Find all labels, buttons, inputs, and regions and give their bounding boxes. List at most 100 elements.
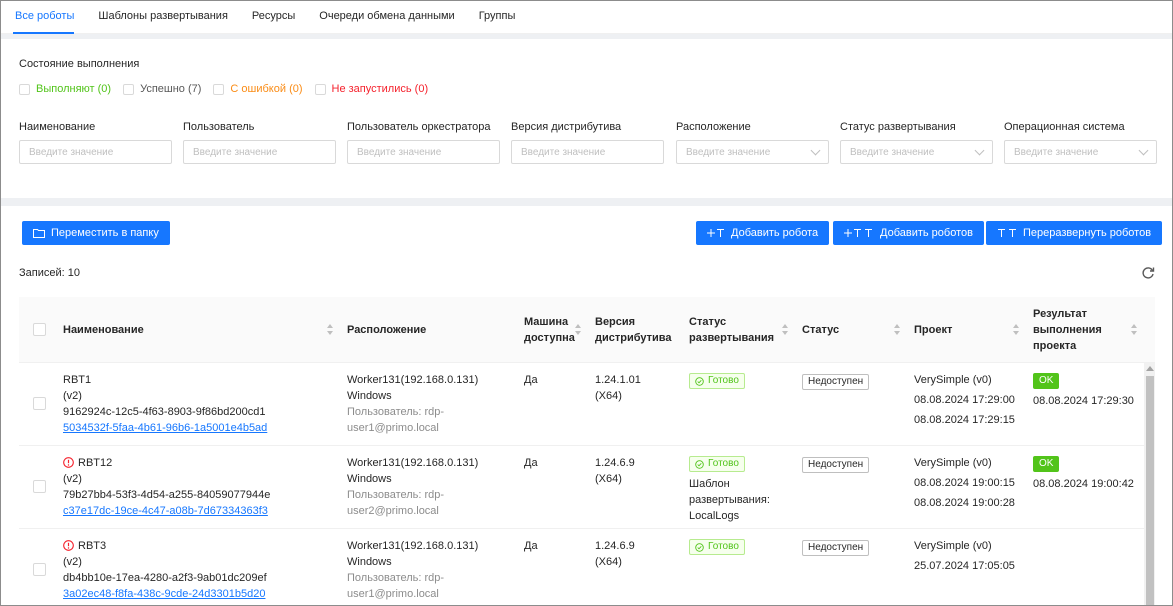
checkbox-box[interactable] — [123, 83, 135, 95]
orchestrator-user-filter-input[interactable]: Введите значение — [347, 140, 500, 164]
col-name-header[interactable]: Наименование — [63, 297, 144, 363]
state-error-label: С ошибкой (0) — [230, 83, 303, 95]
robot-guid: db4bb10e-17ea-4280-a2f3-9ab01dc209ef — [63, 572, 267, 584]
location-user-domain: user1@primo.local — [347, 422, 439, 434]
row-checkbox[interactable] — [33, 397, 46, 410]
tab-resources[interactable]: Ресурсы — [240, 10, 307, 33]
location-cell: Worker131(192.168.0.131) Windows Пользов… — [347, 538, 507, 602]
tab-all-robots[interactable]: Все роботы — [1, 10, 86, 34]
check-circle-icon — [695, 459, 704, 469]
status-cell: Недоступен — [802, 373, 870, 390]
header-line: Результат — [1033, 308, 1088, 320]
state-error-checkbox[interactable]: С ошибкой (0) — [213, 83, 303, 95]
location-user: Пользователь: rdp- — [347, 572, 445, 584]
result-cell: OK 08.08.2024 17:29:30 — [1033, 372, 1134, 409]
dist-version-filter-input[interactable]: Введите значение — [511, 140, 664, 164]
check-circle-icon — [695, 542, 704, 552]
location-filter-label: Расположение — [676, 121, 751, 133]
sort-icon[interactable] — [1131, 324, 1138, 336]
project-cell: VerySimple (v0) 08.08.2024 17:29:00 08.0… — [914, 372, 1015, 428]
refresh-icon[interactable] — [1141, 266, 1155, 280]
os-filter-select[interactable]: Введите значение — [1004, 140, 1157, 164]
col-version-header: Версия дистрибутива — [595, 297, 672, 363]
move-to-folder-label: Переместить в папку — [51, 227, 159, 239]
chevron-down-icon — [974, 145, 985, 155]
project-start-time: 08.08.2024 17:29:00 — [914, 394, 1015, 406]
table-row[interactable]: RBT12 (v2) 79b27bb4-53f3-4d54-a255-84059… — [19, 446, 1144, 529]
deploy-template-line: развертывания: — [689, 493, 770, 506]
add-robot-label: Добавить робота — [731, 227, 819, 239]
deploy-status-text: Готово — [708, 375, 739, 386]
sort-icon[interactable] — [1013, 324, 1020, 336]
dist-version: 1.24.6.9 — [595, 540, 635, 552]
error-icon — [63, 457, 74, 468]
checkbox-box[interactable] — [213, 83, 225, 95]
robot-version: (v2) — [63, 390, 82, 402]
header-line: развертывания — [689, 332, 775, 344]
add-robots-label: Добавить роботов — [880, 227, 973, 239]
tab-groups[interactable]: Группы — [467, 10, 528, 33]
row-checkbox[interactable] — [33, 563, 46, 576]
location-filter-select[interactable]: Введите значение — [676, 140, 829, 164]
table-row[interactable]: RBT1 (v2) 9162924c-12c5-4f63-8903-9f86bd… — [19, 363, 1144, 446]
state-success-label: Успешно (7) — [140, 83, 202, 95]
table-row[interactable]: RBT3 (v2) db4bb10e-17ea-4280-a2f3-9ab01d… — [19, 529, 1144, 605]
robot-link[interactable]: 3a02ec48-f8fa-438c-9cde-24d3301b5d20 — [63, 586, 333, 602]
scrollbar-thumb[interactable] — [1146, 376, 1154, 605]
filter-panel: Состояние выполнения Выполняют (0) Успеш… — [1, 39, 1172, 198]
robot-version: (v2) — [63, 473, 82, 485]
project-start-time: 25.07.2024 17:05:05 — [914, 560, 1015, 572]
location-host: Worker131(192.168.0.131) — [347, 457, 479, 469]
robot-name: RBT1 — [63, 374, 92, 386]
folder-icon — [33, 229, 45, 238]
add-robot-button[interactable]: Добавить робота — [696, 221, 830, 245]
header-line: проекта — [1033, 340, 1077, 352]
state-success-checkbox[interactable]: Успешно (7) — [123, 83, 201, 95]
robots-page: Все роботы Шаблоны развертывания Ресурсы… — [0, 0, 1173, 606]
add-robots-button[interactable]: Добавить роботов — [833, 221, 984, 245]
robot-link[interactable]: 5034532f-5faa-4b61-96b6-1a5001e4b5ad — [63, 420, 333, 436]
state-running-checkbox[interactable]: Выполняют (0) — [19, 83, 111, 95]
col-status-header: Статус — [802, 324, 840, 336]
name-filter-label: Наименование — [19, 121, 96, 133]
sort-icon[interactable] — [327, 324, 334, 336]
location-host: Worker131(192.168.0.131) — [347, 374, 479, 386]
tab-data-queues[interactable]: Очереди обмена данными — [307, 10, 466, 33]
tab-deployment-templates[interactable]: Шаблоны развертывания — [86, 10, 240, 33]
machine-available-cell: Да — [524, 540, 538, 552]
col-machine-header: Машина доступна — [524, 297, 575, 363]
dist-version-filter-label: Версия дистрибутива — [511, 121, 622, 133]
sort-icon[interactable] — [782, 324, 789, 336]
name-filter-input[interactable]: Введите значение — [19, 140, 172, 164]
robot-guid: 9162924c-12c5-4f63-8903-9f86bd200cd1 — [63, 406, 266, 418]
orchestrator-user-filter-label: Пользователь оркестратора — [347, 121, 491, 133]
sort-icon[interactable] — [575, 324, 582, 336]
chevron-down-icon — [1138, 145, 1149, 155]
location-cell: Worker131(192.168.0.131) Windows Пользов… — [347, 372, 507, 436]
location-user: Пользователь: rdp- — [347, 489, 445, 501]
redeploy-robots-button[interactable]: Переразвернуть роботов — [986, 221, 1163, 245]
deploy-status-filter-select[interactable]: Введите значение — [840, 140, 993, 164]
section-divider — [1, 198, 1172, 206]
scroll-up-arrow-icon[interactable] — [1146, 366, 1154, 371]
os-filter-label: Операционная система — [1004, 121, 1125, 133]
user-filter-input[interactable]: Введите значение — [183, 140, 336, 164]
location-host: Worker131(192.168.0.131) — [347, 540, 479, 552]
location-user-domain: user2@primo.local — [347, 505, 439, 517]
placeholder: Введите значение — [29, 146, 114, 158]
state-not-started-label: Не запустились (0) — [331, 83, 429, 95]
state-not-started-checkbox[interactable]: Не запустились (0) — [314, 83, 429, 95]
placeholder: Введите значение — [850, 146, 935, 158]
checkbox-box[interactable] — [19, 83, 30, 95]
redeploy-robots-label: Переразвернуть роботов — [1023, 227, 1152, 239]
robot-link[interactable]: c37e17dc-19ce-4c47-a08b-7d67334363f3 — [63, 503, 333, 519]
checkbox-box[interactable] — [314, 83, 326, 95]
project-start-time: 08.08.2024 19:00:15 — [914, 477, 1015, 489]
result-time: 08.08.2024 17:29:30 — [1033, 395, 1134, 407]
move-to-folder-button[interactable]: Переместить в папку — [22, 221, 170, 245]
select-all-checkbox[interactable] — [33, 323, 46, 336]
project-name: VerySimple (v0) — [914, 457, 992, 469]
sort-icon[interactable] — [894, 324, 901, 336]
placeholder: Введите значение — [193, 146, 278, 158]
row-checkbox[interactable] — [33, 480, 46, 493]
